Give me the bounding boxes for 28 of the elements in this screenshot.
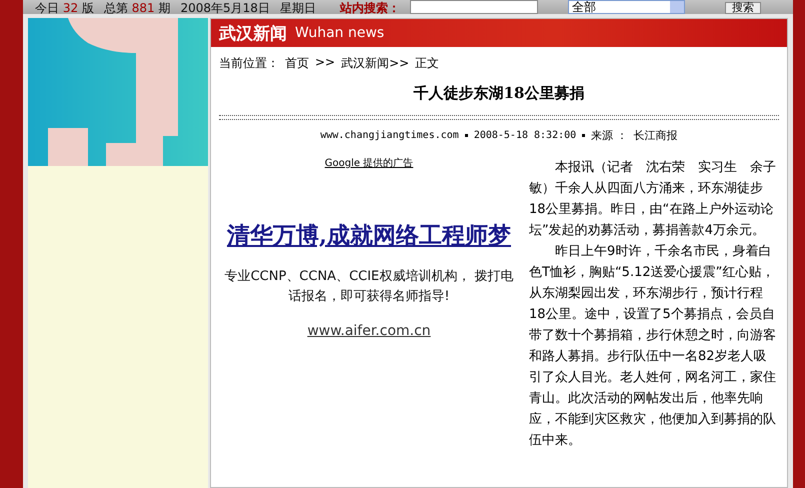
breadcrumb-link[interactable]: 正文 (415, 55, 440, 72)
article-paragraph: 本报讯（记者 沈右荣 实习生 余子敏）千余人从四面八方涌来，环东湖徒步18公里募捐。昨日，由“在路上户外运动论坛”发起的劝募活动，募捐善款4万余元。 (529, 159, 777, 240)
publish-time: 2008-5-18 8:32:00 (474, 130, 576, 141)
ad-provider-link[interactable]: Google 提供的广告 (324, 157, 414, 171)
search-field[interactable] (410, 0, 538, 14)
search-button[interactable]: 搜索 (724, 2, 761, 14)
article-paragraph: 昨日上午9时许，千余名市民，身着白色T恤衫，胸贴“5.12送爱心援震”红心贴，从东湖梨园出发，环东湖步行，预计行程18公里。途中，设置了5个募捐点，会员自带了数十个募捐箱，步行休憩之时，向游客和路人募捐。步行队伍中一名82岁老人吸引了众人目光。老人姓何，网名河工，家住青山。此次活动的网帖发出后，他率先响应，不能到灾区救灾，他便加入到募捐的队伍中来。 (529, 243, 777, 450)
total-issue-text: 总第 881 期 (104, 2, 170, 14)
breadcrumb-link[interactable]: >> (315, 55, 336, 72)
article-title: 千人徒步东湖18公里募捐 (412, 84, 586, 103)
date-text: 2008年5月18日 (180, 2, 270, 14)
breadcrumb-link[interactable]: 武汉新闻>> (341, 55, 410, 72)
source-label: 来源 ： (591, 128, 628, 143)
bullet-icon (582, 134, 586, 137)
source-text: 长江商报 (634, 128, 678, 143)
ad-url-link[interactable]: www.aifer.com.cn (307, 321, 431, 341)
issue-text: 今日 32 版 (35, 2, 94, 14)
breadcrumb-label: 当前位置： (219, 55, 279, 72)
site-text: www.changjiangtimes.com (320, 130, 459, 141)
weekday-text: 星期日 (280, 2, 316, 14)
ad-description: 专业CCNP、CCNA、CCIE权威培训机构， 拨打电话报名，即可获得名师指导! (224, 268, 514, 306)
breadcrumb-link[interactable]: 首页 (285, 55, 309, 72)
search-label: 站内搜索： (340, 2, 400, 14)
section-subtitle: Wuhan news (295, 25, 384, 41)
ad-headline-link[interactable]: 清华万博,成就网络工程师梦 (226, 221, 511, 251)
scope-dropdown[interactable]: 全部 (568, 0, 685, 14)
bullet-icon (464, 134, 468, 137)
section-title: 武汉新闻 (219, 22, 287, 44)
